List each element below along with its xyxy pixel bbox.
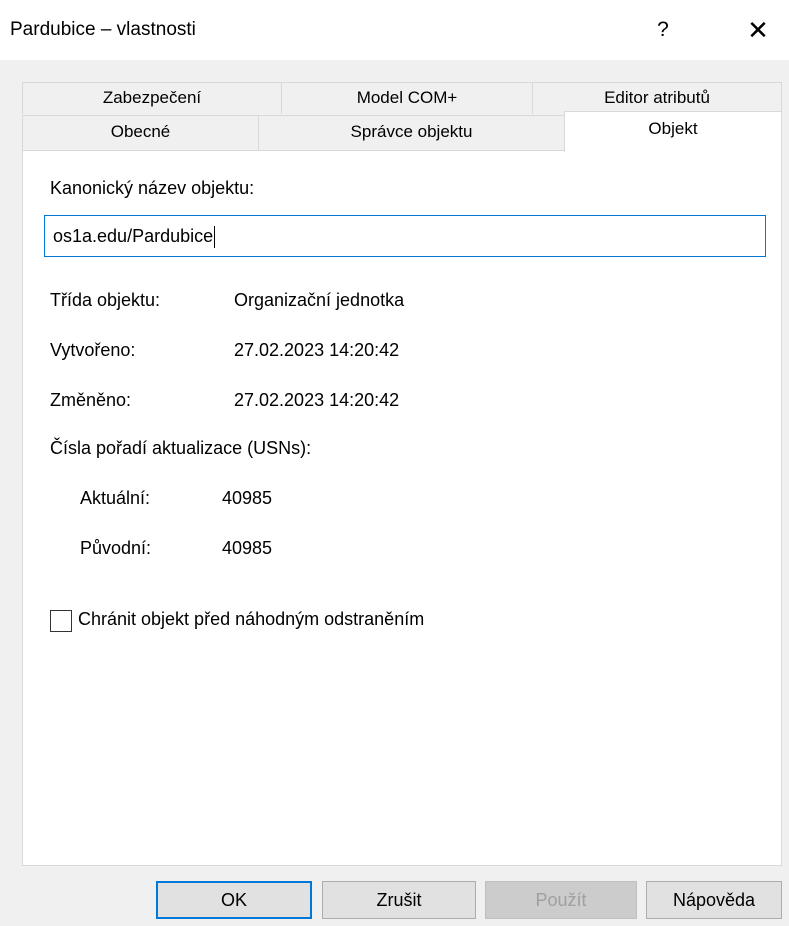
- tab-zabezpeceni[interactable]: Zabezpečení: [22, 82, 282, 114]
- cancel-button[interactable]: Zrušit: [322, 881, 476, 919]
- close-icon[interactable]: ✕: [740, 14, 776, 46]
- tab-editor-atributu[interactable]: Editor atributů: [532, 82, 782, 114]
- modified-label: Změněno:: [50, 390, 132, 410]
- tab-spravce-objektu[interactable]: Správce objektu: [258, 115, 565, 151]
- help-icon[interactable]: ?: [648, 14, 678, 46]
- usn-current-label: Aktuální:: [80, 488, 151, 508]
- usn-original-label: Původní:: [80, 538, 152, 558]
- tab-objekt[interactable]: Objekt: [564, 111, 782, 152]
- protect-checkbox[interactable]: [50, 610, 72, 632]
- canonical-name-field[interactable]: os1a.edu/Pardubice: [44, 215, 766, 257]
- tab-model-com[interactable]: Model COM+: [281, 82, 533, 114]
- canonical-name-label: Kanonický název objektu:: [50, 178, 255, 198]
- created-label: Vytvořeno:: [50, 340, 136, 360]
- help-button[interactable]: Nápověda: [646, 881, 782, 919]
- canonical-name-value: os1a.edu/Pardubice: [53, 226, 214, 246]
- created-value: 27.02.2023 14:20:42: [234, 340, 400, 360]
- tab-obecne[interactable]: Obecné: [22, 115, 259, 151]
- ok-button[interactable]: OK: [156, 881, 312, 919]
- object-class-label: Třída objektu:: [50, 290, 161, 310]
- usn-current-value: 40985: [222, 488, 273, 508]
- modified-value: 27.02.2023 14:20:42: [234, 390, 400, 410]
- protect-checkbox-label[interactable]: Chránit objekt před náhodným odstraněním: [78, 609, 424, 630]
- title-bar: Pardubice – vlastnosti ? ✕: [0, 0, 789, 60]
- usn-label: Čísla pořadí aktualizace (USNs):: [50, 438, 312, 458]
- usn-original-value: 40985: [222, 538, 273, 558]
- window-title: Pardubice – vlastnosti: [10, 19, 196, 40]
- object-class-value: Organizační jednotka: [234, 290, 405, 310]
- apply-button[interactable]: Použít: [485, 881, 637, 919]
